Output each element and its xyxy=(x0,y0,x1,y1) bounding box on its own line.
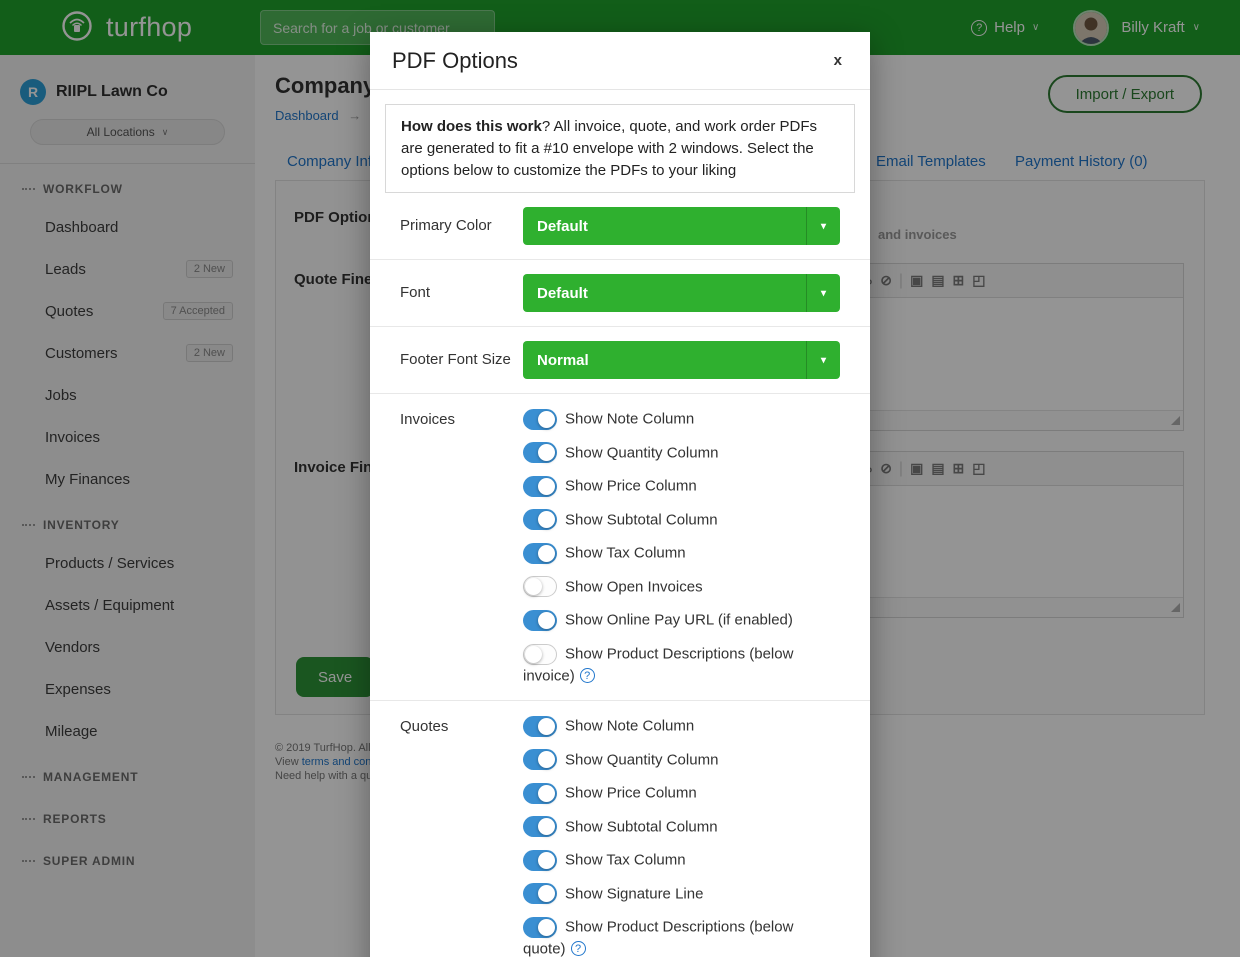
font-select[interactable]: Default ▾ xyxy=(523,274,840,312)
toggle-row-show-subtotal-column: Show Subtotal Column xyxy=(523,816,840,838)
toggle-label: Show Note Column xyxy=(565,718,694,735)
footer-font-size-select[interactable]: Normal ▾ xyxy=(523,341,840,379)
caret-down-icon: ▾ xyxy=(806,274,840,312)
pdf-options-modal: PDF Options x How does this work? All in… xyxy=(370,32,870,957)
toggle-row-show-quantity-column: Show Quantity Column xyxy=(523,442,840,464)
field-control: Show Note Column Show Quantity Column Show… xyxy=(523,715,840,957)
field-control: Default ▾ xyxy=(523,274,840,312)
toggle-label: Show Product Descriptions (below invoice… xyxy=(523,646,793,685)
toggle-row-show-tax-column: Show Tax Column xyxy=(523,542,840,564)
toggle-knob xyxy=(538,545,555,562)
select-value: Normal xyxy=(537,352,589,369)
field-label: Footer Font Size xyxy=(400,341,523,379)
toggle-label: Show Note Column xyxy=(565,411,694,428)
toggle-knob xyxy=(538,885,555,902)
toggle-row-show-tax-column: Show Tax Column xyxy=(523,849,840,871)
toggle-row-show-signature-line: Show Signature Line xyxy=(523,883,840,905)
toggle-row-show-product-descriptions-below-quote: Show Product Descriptions (below quote)? xyxy=(523,916,840,957)
modal-description: How does this work? All invoice, quote, … xyxy=(385,104,855,193)
toggle-row-show-quantity-column: Show Quantity Column xyxy=(523,749,840,771)
toggle-row-show-price-column: Show Price Column xyxy=(523,782,840,804)
toggle-knob xyxy=(538,444,555,461)
toggle-row-show-product-descriptions-below-invoice: Show Product Descriptions (below invoice… xyxy=(523,643,840,686)
toggle-show-subtotal-column[interactable] xyxy=(523,509,557,530)
form-row-invoices: Invoices Show Note Column Show Quantity Co… xyxy=(370,393,870,700)
modal-title: PDF Options xyxy=(392,48,828,74)
toggle-show-signature-line[interactable] xyxy=(523,883,557,904)
toggle-show-price-column[interactable] xyxy=(523,783,557,804)
toggle-knob xyxy=(538,718,555,735)
form-row-footer-font-size: Footer Font Size Normal ▾ xyxy=(370,326,870,393)
toggle-show-open-invoices[interactable] xyxy=(523,576,557,597)
toggle-show-product-descriptions-below-invoice[interactable] xyxy=(523,644,557,665)
field-control: Show Note Column Show Quantity Column Show… xyxy=(523,408,840,686)
toggle-knob xyxy=(525,646,542,663)
toggle-label: Show Price Column xyxy=(565,785,697,802)
toggle-row-show-price-column: Show Price Column xyxy=(523,475,840,497)
form-row-quotes: Quotes Show Note Column Show Quantity Colu… xyxy=(370,700,870,957)
caret-down-icon: ▾ xyxy=(806,341,840,379)
toggle-row-show-subtotal-column: Show Subtotal Column xyxy=(523,509,840,531)
toggle-label: Show Signature Line xyxy=(565,885,703,902)
toggle-knob xyxy=(538,818,555,835)
close-icon[interactable]: x xyxy=(828,48,848,73)
primary-color-select[interactable]: Default ▾ xyxy=(523,207,840,245)
toggle-knob xyxy=(538,751,555,768)
field-label: Quotes xyxy=(400,715,523,957)
help-circle-icon[interactable]: ? xyxy=(580,668,595,683)
toggle-label: Show Online Pay URL (if enabled) xyxy=(565,612,793,629)
toggle-label: Show Tax Column xyxy=(565,545,686,562)
toggle-knob xyxy=(538,511,555,528)
toggle-show-tax-column[interactable] xyxy=(523,543,557,564)
toggle-knob xyxy=(538,478,555,495)
toggle-label: Show Subtotal Column xyxy=(565,511,718,528)
field-label: Invoices xyxy=(400,408,523,686)
toggle-row-show-note-column: Show Note Column xyxy=(523,715,840,737)
toggle-row-show-online-pay-url-if-enabled: Show Online Pay URL (if enabled) xyxy=(523,609,840,631)
field-control: Normal ▾ xyxy=(523,341,840,379)
form-row-primary-color: Primary Color Default ▾ xyxy=(370,193,870,259)
toggle-label: Show Quantity Column xyxy=(565,751,718,768)
toggle-knob xyxy=(538,612,555,629)
toggle-knob xyxy=(525,578,542,595)
description-bold: How does this work xyxy=(401,118,542,135)
toggle-show-price-column[interactable] xyxy=(523,476,557,497)
caret-down-icon: ▾ xyxy=(806,207,840,245)
toggle-label: Show Subtotal Column xyxy=(565,818,718,835)
toggle-knob xyxy=(538,852,555,869)
field-label: Primary Color xyxy=(400,207,523,245)
toggle-show-product-descriptions-below-quote[interactable] xyxy=(523,917,557,938)
toggle-label: Show Open Invoices xyxy=(565,578,703,595)
toggle-knob xyxy=(538,785,555,802)
toggle-show-note-column[interactable] xyxy=(523,409,557,430)
form-row-font: Font Default ▾ xyxy=(370,259,870,326)
select-value: Default xyxy=(537,285,588,302)
field-control: Default ▾ xyxy=(523,207,840,245)
toggle-label: Show Price Column xyxy=(565,478,697,495)
toggle-show-subtotal-column[interactable] xyxy=(523,816,557,837)
help-circle-icon[interactable]: ? xyxy=(571,941,586,956)
toggle-label: Show Tax Column xyxy=(565,852,686,869)
toggle-row-show-open-invoices: Show Open Invoices xyxy=(523,576,840,598)
toggle-row-show-note-column: Show Note Column xyxy=(523,408,840,430)
modal-form: Primary ColorDefault▾FontDefault▾Footer … xyxy=(370,193,870,957)
toggle-knob xyxy=(538,411,555,428)
toggle-label: Show Quantity Column xyxy=(565,444,718,461)
toggle-show-online-pay-url-if-enabled[interactable] xyxy=(523,610,557,631)
toggle-label: Show Product Descriptions (below quote) xyxy=(523,919,793,957)
toggle-knob xyxy=(538,919,555,936)
toggle-show-tax-column[interactable] xyxy=(523,850,557,871)
toggle-show-quantity-column[interactable] xyxy=(523,442,557,463)
toggle-show-quantity-column[interactable] xyxy=(523,749,557,770)
field-label: Font xyxy=(400,274,523,312)
modal-header: PDF Options x xyxy=(370,32,870,90)
select-value: Default xyxy=(537,218,588,235)
toggle-show-note-column[interactable] xyxy=(523,716,557,737)
